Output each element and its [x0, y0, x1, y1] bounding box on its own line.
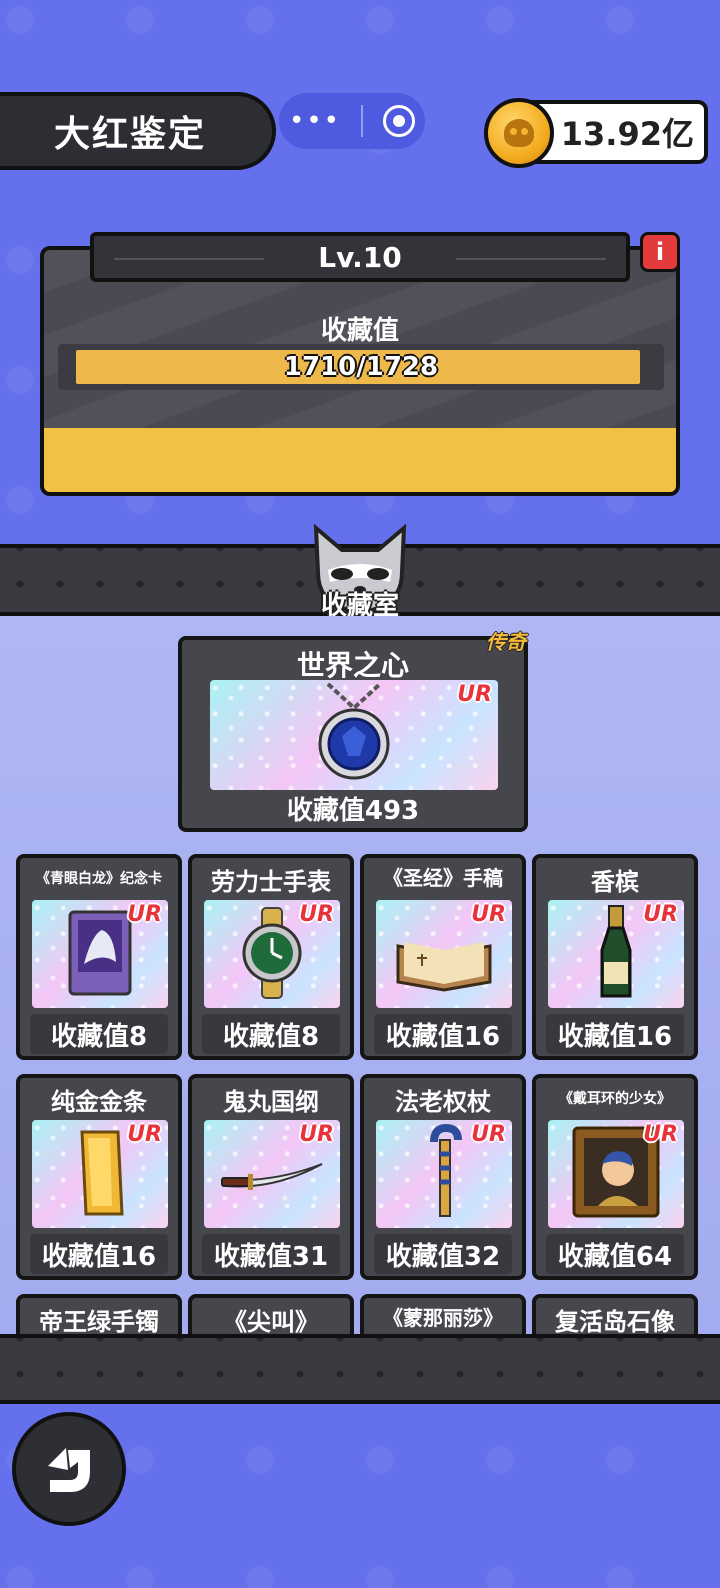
rarity-badge: UR	[643, 902, 678, 927]
rarity-badge: UR	[127, 902, 162, 927]
collection-item-name: 帝王绿手镯	[39, 1308, 159, 1336]
collection-item-image: UR	[204, 1120, 340, 1228]
collection-item-value: 收藏值16	[546, 1014, 684, 1054]
collection-grid: 世界之心 UR 收藏值493 传奇 《青眼白龙》纪念卡 UR 收藏值8 劳力士手表 UR…	[0, 616, 720, 1338]
collection-item-image: UR	[548, 1120, 684, 1228]
featured-rarity-badge: UR	[457, 682, 492, 707]
collection-item-image: UR	[376, 1120, 512, 1228]
rarity-badge: UR	[299, 902, 334, 927]
collection-item-name: 《青眼白龙》纪念卡	[36, 871, 162, 887]
collection-item-image: UR	[376, 900, 512, 1008]
coin-balance-value: 13.92亿	[560, 115, 694, 153]
collection-item-value: 收藏值8	[202, 1014, 340, 1054]
collection-item-card[interactable]: 香槟 UR 收藏值16	[532, 854, 698, 1060]
legendary-tag: 传奇	[486, 630, 526, 654]
collection-item-card[interactable]: 纯金金条 UR 收藏值16	[16, 1074, 182, 1280]
collection-item-name: 《圣经》手稿	[383, 866, 503, 890]
level-header: Lv.10	[90, 232, 630, 282]
return-arrow-icon	[48, 1448, 90, 1492]
collection-item-card[interactable]: 《戴耳环的少女》 UR 收藏值64	[532, 1074, 698, 1280]
collection-progress-text: 1710/1728	[283, 352, 439, 382]
mini-program-capsule[interactable]: •••	[278, 92, 426, 150]
rarity-badge: UR	[299, 1122, 334, 1147]
collection-value-label: 收藏值	[320, 316, 399, 346]
collection-item-value: 收藏值16	[374, 1014, 512, 1054]
collection-item-card[interactable]: 鬼丸国纲 UR 收藏值31	[188, 1074, 354, 1280]
collection-item-image: UR	[32, 900, 168, 1008]
page-title-tab: 大红鉴定	[0, 92, 276, 170]
info-icon[interactable]: i	[640, 232, 680, 272]
collection-item-value: 收藏值32	[374, 1234, 512, 1274]
page-title: 大红鉴定	[54, 114, 207, 155]
close-miniprogram-icon[interactable]	[382, 105, 415, 137]
collection-item-card[interactable]: 帝王绿手镯	[16, 1294, 182, 1338]
featured-item-image: UR	[210, 680, 498, 790]
level-label: Lv.10	[318, 240, 402, 274]
skull-coin-icon	[484, 98, 554, 168]
collection-item-card[interactable]: 劳力士手表 UR 收藏值8	[188, 854, 354, 1060]
level-panel-footer	[44, 428, 676, 492]
rarity-badge: UR	[127, 1122, 162, 1147]
featured-item-card[interactable]: 世界之心 UR 收藏值493	[178, 636, 528, 832]
collection-item-name: 《蒙那丽莎》	[383, 1306, 503, 1330]
return-button[interactable]	[12, 1412, 126, 1526]
rarity-badge: UR	[471, 902, 506, 927]
collection-item-name: 《戴耳环的少女》	[559, 1091, 671, 1107]
collection-item-image: UR	[32, 1120, 168, 1228]
capsule-divider	[360, 105, 363, 137]
collection-item-name: 复活岛石像	[555, 1308, 675, 1336]
collection-item-name: 鬼丸国纲	[223, 1088, 319, 1116]
collection-item-card[interactable]: 《尖叫》	[188, 1294, 354, 1338]
collection-item-card[interactable]: 《青眼白龙》纪念卡 UR 收藏值8	[16, 854, 182, 1060]
collection-item-name: 法老权杖	[395, 1088, 491, 1116]
collection-item-image: UR	[204, 900, 340, 1008]
collection-item-name: 纯金金条	[51, 1088, 147, 1116]
collection-item-value: 收藏值8	[30, 1014, 168, 1054]
more-icon[interactable]: •••	[289, 108, 341, 134]
collection-item-card[interactable]: 《蒙那丽莎》	[360, 1294, 526, 1338]
collection-item-card[interactable]: 复活岛石像	[532, 1294, 698, 1338]
collection-item-name: 劳力士手表	[211, 868, 331, 896]
bottom-banner	[0, 1334, 720, 1404]
featured-item-name: 世界之心	[296, 649, 409, 682]
collection-item-card[interactable]: 法老权杖 UR 收藏值32	[360, 1074, 526, 1280]
collection-item-name: 《尖叫》	[223, 1308, 319, 1336]
collection-item-value: 收藏值31	[202, 1234, 340, 1274]
collection-item-value: 收藏值16	[30, 1234, 168, 1274]
collection-item-value: 收藏值64	[546, 1234, 684, 1274]
collection-item-card[interactable]: 《圣经》手稿 UR 收藏值16	[360, 854, 526, 1060]
rarity-badge: UR	[643, 1122, 678, 1147]
rarity-badge: UR	[471, 1122, 506, 1147]
collection-item-name: 香槟	[591, 868, 639, 896]
sapphire-necklace-icon	[318, 682, 390, 780]
featured-item-value: 收藏值493	[286, 795, 420, 826]
collection-item-image: UR	[548, 900, 684, 1008]
